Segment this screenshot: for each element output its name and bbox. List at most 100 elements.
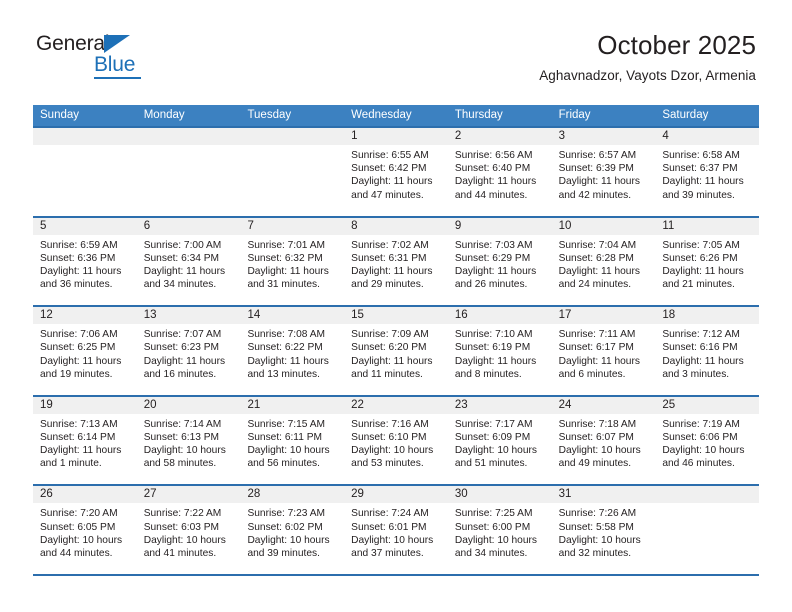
calendar-week-row: 26 Sunrise: 7:20 AM Sunset: 6:05 PM Dayligh… — [33, 484, 760, 574]
daylight-minutes: and 3 minutes. — [662, 368, 730, 380]
sunset-time: Sunset: 6:16 PM — [662, 342, 738, 354]
day-details: Sunrise: 7:06 AM Sunset: 6:25 PM Daylight:… — [33, 324, 137, 381]
day-cell[interactable]: 20 Sunrise: 7:14 AM Sunset: 6:13 PM Dayligh… — [136, 396, 241, 485]
logo-word-general: General — [36, 32, 110, 55]
sunset-time: Sunset: 6:39 PM — [558, 163, 634, 175]
day-number: 18 — [655, 307, 760, 325]
daylight-minutes: and 58 minutes. — [143, 458, 217, 470]
day-cell[interactable]: 16 Sunrise: 7:10 AM Sunset: 6:19 PM Dayligh… — [447, 307, 552, 395]
day-cell[interactable]: 11 Sunrise: 7:05 AM Sunset: 6:26 PM Dayligh… — [655, 217, 760, 306]
day-cell[interactable]: 17 Sunrise: 7:11 AM Sunset: 6:17 PM Dayligh… — [551, 307, 656, 395]
day-details: Sunrise: 7:11 AM Sunset: 6:17 PM Daylight:… — [552, 324, 656, 381]
day-details: Sunrise: 7:09 AM Sunset: 6:20 PM Daylight:… — [344, 324, 448, 381]
day-number: 7 — [240, 217, 345, 235]
sunset-time: Sunset: 6:42 PM — [351, 163, 427, 175]
daylight-hours: Daylight: 10 hours — [454, 445, 537, 457]
day-cell[interactable]: 21 Sunrise: 7:15 AM Sunset: 6:11 PM Dayligh… — [240, 396, 345, 485]
day-cell[interactable]: 30 Sunrise: 7:25 AM Sunset: 6:00 PM Dayligh… — [447, 486, 552, 574]
day-cell[interactable]: 29 Sunrise: 7:24 AM Sunset: 6:01 PM Dayligh… — [344, 486, 448, 574]
day-number: 25 — [655, 396, 760, 414]
logo-underline — [94, 77, 141, 79]
day-cell[interactable]: 9 Sunrise: 7:03 AM Sunset: 6:29 PM Daylight… — [447, 217, 552, 306]
day-number: 3 — [551, 128, 656, 145]
day-number: 10 — [551, 217, 656, 235]
day-cell[interactable]: 18 Sunrise: 7:12 AM Sunset: 6:16 PM Dayligh… — [655, 307, 760, 395]
general-blue-logo[interactable]: General Blue — [36, 33, 176, 81]
day-cell[interactable]: 27 Sunrise: 7:22 AM Sunset: 6:03 PM Dayligh… — [136, 486, 241, 574]
weekday-header-row: Sunday Monday Tuesday Wednesday Thursday Frid… — [33, 105, 759, 126]
weekday-header-sunday: Sunday — [40, 109, 80, 121]
daylight-hours: Daylight: 11 hours — [454, 176, 537, 188]
day-details: Sunrise: 7:15 AM Sunset: 6:11 PM Daylight:… — [240, 414, 344, 471]
sunset-time: Sunset: 6:17 PM — [558, 342, 634, 354]
sunrise-time: Sunrise: 7:25 AM — [454, 508, 533, 520]
sunset-time: Sunset: 6:20 PM — [351, 342, 427, 354]
sunrise-time: Sunrise: 7:17 AM — [454, 418, 533, 430]
sunset-time: Sunset: 6:14 PM — [40, 431, 116, 443]
day-details: Sunrise: 7:10 AM Sunset: 6:19 PM Daylight:… — [448, 324, 552, 381]
logo-triangle-icon — [104, 35, 130, 53]
daylight-minutes: and 8 minutes. — [454, 368, 522, 380]
day-cell[interactable]: 24 Sunrise: 7:18 AM Sunset: 6:07 PM Dayligh… — [551, 396, 656, 485]
day-details: Sunrise: 7:13 AM Sunset: 6:14 PM Daylight:… — [33, 414, 137, 471]
daylight-hours: Daylight: 11 hours — [40, 266, 122, 277]
day-cell[interactable]: 8 Sunrise: 7:02 AM Sunset: 6:31 PM Daylight… — [344, 217, 448, 306]
day-cell-empty — [136, 128, 241, 216]
daylight-hours: Daylight: 11 hours — [558, 176, 640, 188]
daylight-minutes: and 42 minutes. — [558, 189, 632, 201]
logo-word-blue: Blue — [94, 53, 136, 76]
day-details: Sunrise: 7:05 AM Sunset: 6:26 PM Daylight:… — [655, 235, 759, 292]
day-number: 5 — [33, 217, 137, 235]
day-cell[interactable]: 23 Sunrise: 7:17 AM Sunset: 6:09 PM Dayligh… — [447, 396, 552, 485]
day-cell[interactable]: 22 Sunrise: 7:16 AM Sunset: 6:10 PM Dayligh… — [344, 396, 448, 485]
sunset-time: Sunset: 6:40 PM — [454, 163, 531, 175]
day-cell[interactable]: 31 Sunrise: 7:26 AM Sunset: 5:58 PM Dayligh… — [551, 486, 656, 574]
day-cell[interactable]: 10 Sunrise: 7:04 AM Sunset: 6:28 PM Dayligh… — [551, 217, 656, 306]
weekday-header-thursday: Thursday — [454, 109, 503, 121]
sunrise-time: Sunrise: 7:03 AM — [454, 239, 533, 251]
day-cell[interactable]: 5 Sunrise: 6:59 AM Sunset: 6:36 PM Daylight… — [33, 217, 137, 306]
sunrise-time: Sunrise: 7:20 AM — [40, 508, 118, 520]
day-number: 29 — [344, 486, 448, 504]
daylight-hours: Daylight: 11 hours — [558, 355, 640, 367]
day-number: 4 — [655, 128, 760, 145]
daylight-minutes: and 29 minutes. — [351, 279, 424, 291]
day-details: Sunrise: 7:00 AM Sunset: 6:34 PM Daylight:… — [137, 235, 241, 292]
day-cell[interactable]: 28 Sunrise: 7:23 AM Sunset: 6:02 PM Dayligh… — [240, 486, 345, 574]
day-cell[interactable]: 14 Sunrise: 7:08 AM Sunset: 6:22 PM Dayligh… — [240, 307, 345, 395]
daylight-hours: Daylight: 10 hours — [662, 445, 745, 457]
day-number: 8 — [344, 217, 448, 235]
day-cell[interactable]: 13 Sunrise: 7:07 AM Sunset: 6:23 PM Dayligh… — [136, 307, 241, 395]
day-cell[interactable]: 15 Sunrise: 7:09 AM Sunset: 6:20 PM Dayligh… — [344, 307, 448, 395]
daylight-hours: Daylight: 10 hours — [143, 534, 226, 546]
day-cell[interactable]: 19 Sunrise: 7:13 AM Sunset: 6:14 PM Dayligh… — [33, 396, 137, 485]
day-cell[interactable]: 25 Sunrise: 7:19 AM Sunset: 6:06 PM Dayligh… — [655, 396, 760, 485]
day-number: 15 — [344, 307, 448, 325]
day-cell[interactable]: 1 Sunrise: 6:55 AM Sunset: 6:42 PM Daylight… — [344, 128, 448, 216]
day-cell[interactable]: 3 Sunrise: 6:57 AM Sunset: 6:39 PM Daylight… — [551, 128, 656, 216]
sunrise-time: Sunrise: 7:10 AM — [454, 329, 533, 341]
day-cell[interactable]: 7 Sunrise: 7:01 AM Sunset: 6:32 PM Daylight… — [240, 217, 345, 306]
calendar-bottom-rule — [33, 573, 759, 576]
daylight-hours: Daylight: 10 hours — [247, 534, 330, 546]
daylight-minutes: and 32 minutes. — [558, 547, 632, 559]
daylight-minutes: and 34 minutes. — [454, 547, 528, 559]
calendar-page: General Blue October 2025 Aghavnadzor, V… — [0, 0, 792, 612]
sunset-time: Sunset: 6:32 PM — [247, 252, 323, 264]
daylight-hours: Daylight: 10 hours — [558, 534, 641, 546]
daylight-hours: Daylight: 10 hours — [247, 445, 330, 457]
day-number: 11 — [655, 217, 760, 235]
day-cell[interactable]: 2 Sunrise: 6:56 AM Sunset: 6:40 PM Daylight… — [447, 128, 552, 216]
day-cell[interactable]: 4 Sunrise: 6:58 AM Sunset: 6:37 PM Daylight… — [655, 128, 760, 216]
sunrise-time: Sunrise: 7:04 AM — [558, 239, 637, 251]
day-cell[interactable]: 6 Sunrise: 7:00 AM Sunset: 6:34 PM Daylight… — [136, 217, 241, 306]
daylight-minutes: and 39 minutes. — [662, 189, 735, 201]
day-number: 19 — [33, 396, 137, 414]
day-cell[interactable]: 26 Sunrise: 7:20 AM Sunset: 6:05 PM Dayligh… — [33, 486, 137, 574]
daylight-minutes: and 44 minutes. — [454, 189, 528, 201]
day-cell[interactable]: 12 Sunrise: 7:06 AM Sunset: 6:25 PM Dayligh… — [33, 307, 137, 395]
sunrise-time: Sunrise: 7:15 AM — [247, 418, 326, 430]
day-cell-empty — [655, 486, 760, 574]
daylight-minutes: and 47 minutes. — [351, 189, 424, 201]
calendar-week-row: 19 Sunrise: 7:13 AM Sunset: 6:14 PM Dayligh… — [33, 394, 760, 485]
